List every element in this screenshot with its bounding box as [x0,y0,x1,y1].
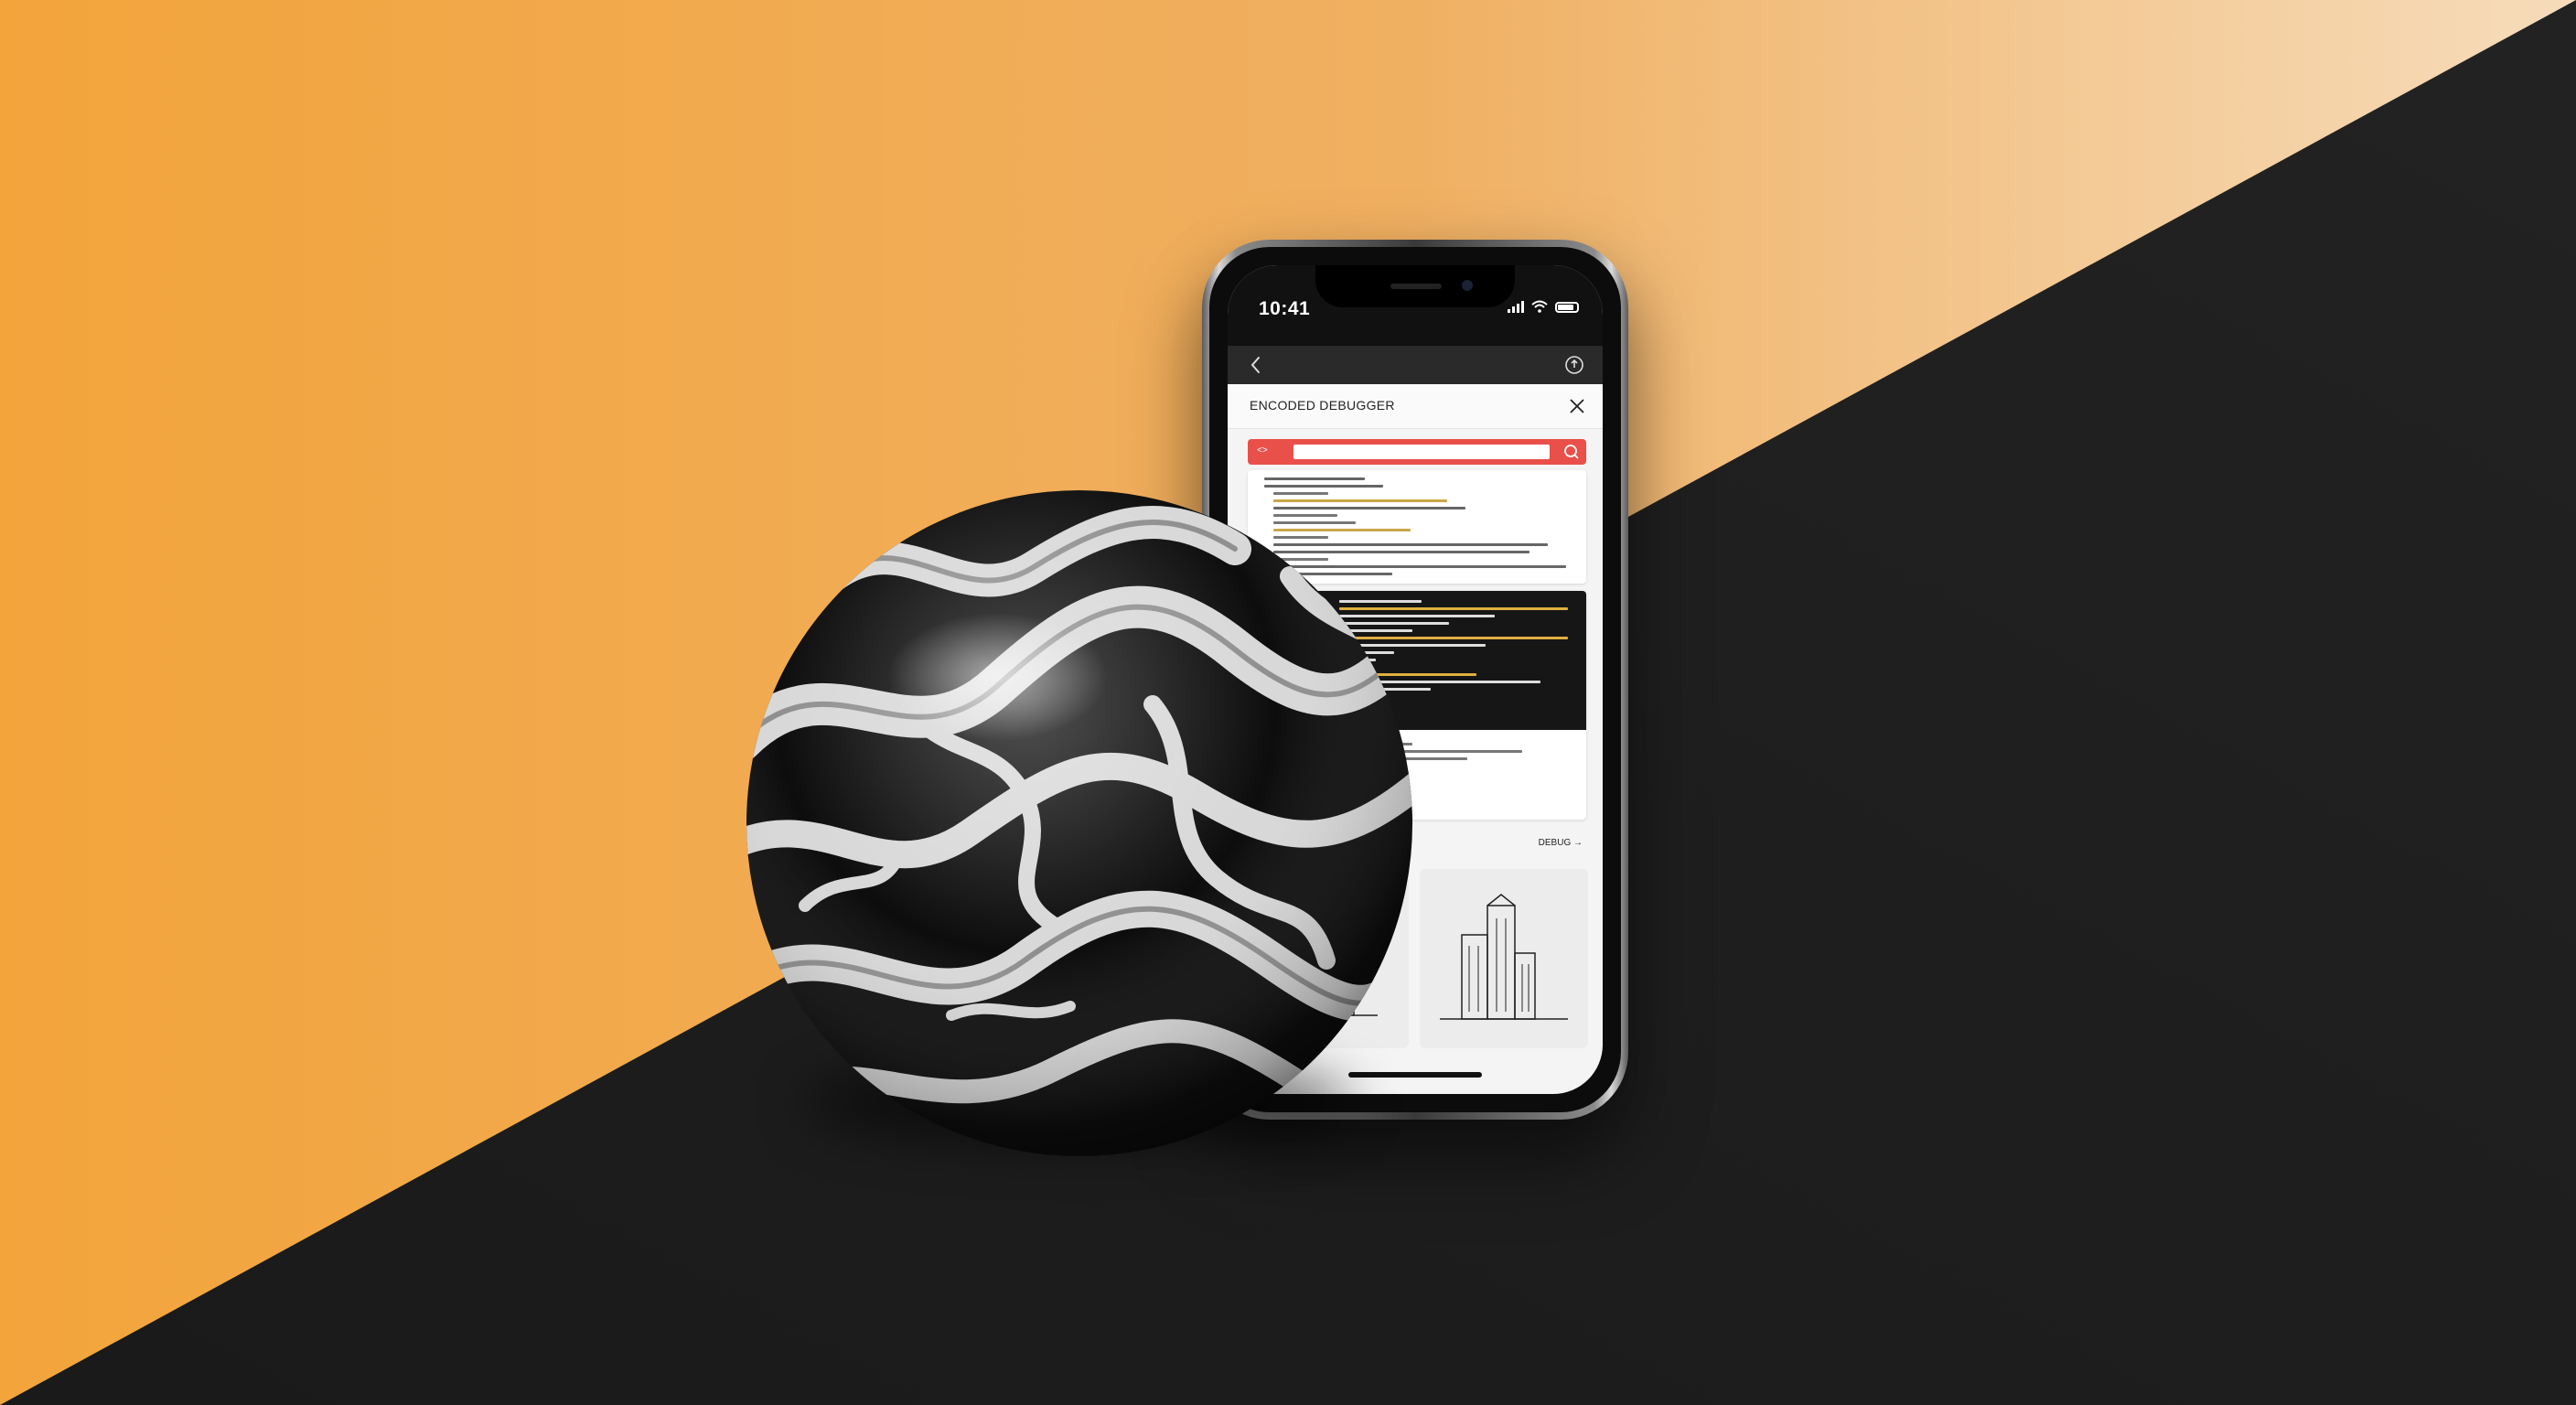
signal-icon [1508,300,1524,313]
search-bar: <> [1248,439,1586,465]
wifi-icon [1531,300,1548,313]
building-icon [1440,894,1568,1020]
search-input[interactable] [1293,445,1550,459]
front-camera [1462,280,1473,291]
search-icon[interactable] [1562,443,1581,461]
debug-link[interactable]: DEBUG → [1539,838,1583,848]
status-icons [1508,300,1579,313]
speaker [1390,284,1442,289]
status-bar: 10:41 [1228,265,1603,346]
page-title: ENCODED DEBUGGER [1250,398,1395,413]
share-icon[interactable] [1562,353,1586,377]
close-icon[interactable] [1566,395,1588,417]
battery-icon [1555,302,1579,313]
marble-sphere [746,490,1412,1156]
title-bar: ENCODED DEBUGGER [1228,384,1603,429]
chevron-left-icon[interactable] [1244,353,1268,377]
status-time: 10:41 [1259,298,1311,319]
notch [1315,265,1515,307]
nav-bar [1228,346,1603,384]
search-label: <> [1257,445,1268,456]
thumbnail-card[interactable] [1420,869,1588,1048]
